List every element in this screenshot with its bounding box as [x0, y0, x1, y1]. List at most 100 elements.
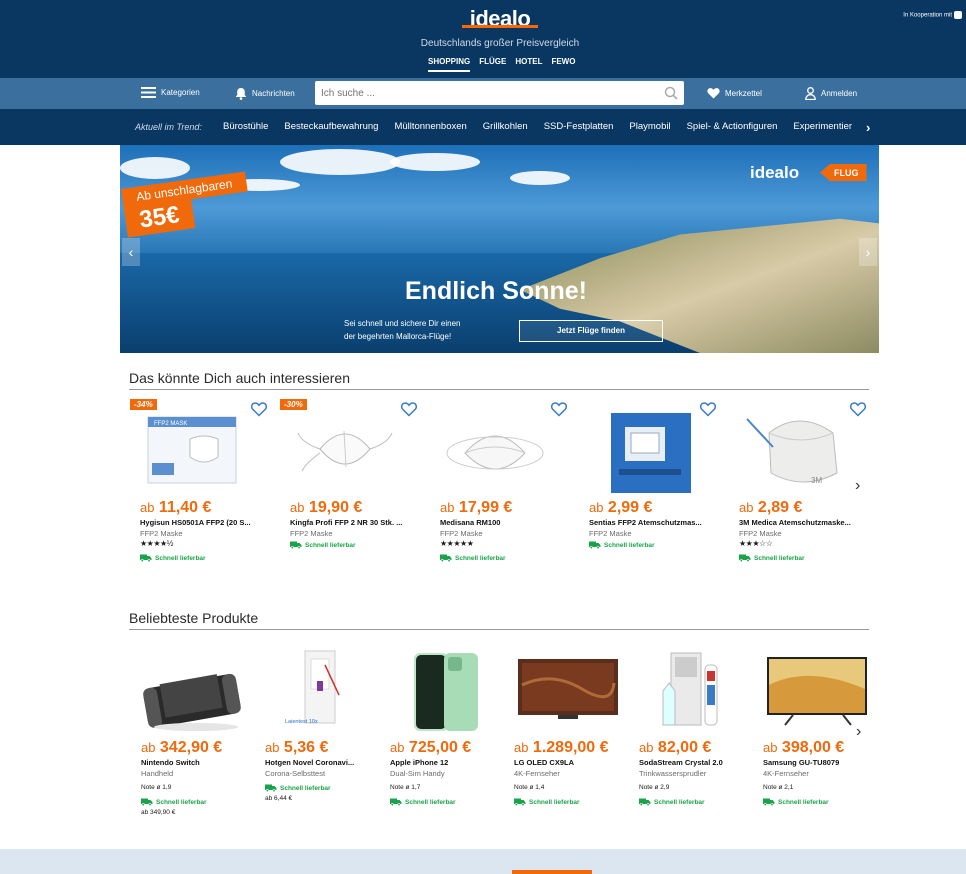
product-name[interactable]: Apple iPhone 12	[390, 758, 448, 767]
product-name[interactable]: Nintendo Switch	[141, 758, 200, 767]
svg-text:3M: 3M	[811, 476, 822, 485]
product-name[interactable]: SodaStream Crystal 2.0	[639, 758, 723, 767]
product-card[interactable]: -30% ab 19,90 € Kingfa Profi FFP 2 NR 30 S…	[280, 399, 422, 573]
discount-badge: -34%	[130, 399, 157, 410]
product-card[interactable]: ab 398,00 € Samsung GU-TU8079 4K-Fernseher…	[763, 643, 895, 823]
product-name[interactable]: Kingfa Profi FFP 2 NR 30 Stk. ...	[290, 518, 402, 527]
price-prefix: ab	[739, 500, 754, 515]
truck-icon	[140, 554, 152, 562]
rating-stars: ★★★★★	[440, 539, 474, 548]
section-divider	[129, 629, 869, 630]
trend-item[interactable]: Experimentier	[793, 121, 852, 132]
product-name[interactable]: Sentias FFP2 Atemschutzmas...	[589, 518, 702, 527]
trend-item[interactable]: Mülltonnenboxen	[394, 121, 466, 132]
wishlist-heart-icon[interactable]	[849, 400, 867, 418]
flug-tag: FLUG	[820, 164, 867, 181]
product-card[interactable]: Laientest 10x ab 5,36 € Hotgen Novel Coron…	[265, 643, 397, 823]
price-value: 342,90 €	[159, 739, 223, 756]
tab-fluege[interactable]: FLÜGE	[479, 57, 506, 72]
trend-item[interactable]: Besteckaufbewahrung	[284, 121, 378, 132]
wishlist-label: Merkzettel	[725, 88, 762, 98]
product-price: ab 82,00 €	[639, 739, 711, 757]
idealo-flug-logo: idealo	[750, 163, 800, 182]
search-icon[interactable]	[664, 86, 678, 100]
footer-band	[0, 849, 966, 874]
site-header: idealo Deutschlands großer Preisvergleic…	[0, 0, 966, 78]
wishlist-button[interactable]: Merkzettel	[707, 87, 762, 99]
price-prefix: ab	[440, 500, 455, 515]
product-name[interactable]: LG OLED CX9LA	[514, 758, 574, 767]
price-value: 5,36 €	[283, 739, 329, 756]
shipping-info: Schnell lieferbar	[141, 798, 207, 806]
bell-icon	[235, 88, 247, 100]
banner-prev-icon[interactable]: ‹	[122, 238, 140, 266]
product-image	[446, 435, 544, 470]
tab-hotel[interactable]: HOTEL	[515, 57, 542, 72]
price-prefix: ab	[390, 740, 405, 755]
promo-banner[interactable]: Ab unschlagbaren 35€ idealo FLUG Endlich…	[120, 145, 879, 353]
login-button[interactable]: Anmelden	[805, 87, 857, 100]
messages-label: Nachrichten	[252, 89, 295, 98]
product-name[interactable]: Hotgen Novel Coronavi...	[265, 758, 354, 767]
product-card[interactable]: ab 2,99 € Sentias FFP2 Atemschutzmas... FF…	[589, 400, 721, 573]
truck-icon	[141, 798, 153, 806]
wishlist-heart-icon[interactable]	[699, 400, 717, 418]
wishlist-heart-icon[interactable]	[550, 400, 568, 418]
product-category: FFP2 Maske	[739, 529, 782, 538]
product-card[interactable]: ab 1.289,00 € LG OLED CX9LA 4K-Fernseher No…	[514, 643, 646, 823]
carousel-next-icon[interactable]: ›	[855, 477, 860, 495]
product-price: ab 17,99 €	[440, 499, 512, 517]
price-prefix: ab	[265, 740, 280, 755]
price-value: 2,99 €	[607, 499, 653, 516]
find-flights-button[interactable]: Jetzt Flüge finden	[519, 320, 663, 342]
price-prefix: ab	[639, 740, 654, 755]
shipping-info: Schnell lieferbar	[140, 554, 206, 562]
truck-icon	[265, 784, 277, 792]
carousel-next-icon[interactable]: ›	[856, 723, 861, 741]
product-card[interactable]: ab 342,90 € Nintendo Switch Handheld Note ø…	[141, 643, 273, 823]
product-name[interactable]: Medisana RM100	[440, 518, 500, 527]
product-name[interactable]: 3M Medica Atemschutzmaske...	[739, 518, 851, 527]
product-name[interactable]: Samsung GU-TU8079	[763, 758, 839, 767]
product-image-label: Laientest 10x	[285, 719, 318, 725]
chevron-right-icon[interactable]: ›	[866, 120, 870, 135]
tab-shopping[interactable]: SHOPPING	[428, 57, 471, 72]
price-value: 11,40 €	[158, 499, 212, 516]
trend-bar: Aktuell im Trend: Bürostühle Besteckaufb…	[0, 109, 966, 145]
trend-item[interactable]: Bürostühle	[223, 121, 268, 132]
product-image	[414, 653, 478, 731]
categories-menu[interactable]: Kategorien	[141, 87, 200, 98]
product-category: FFP2 Maske	[440, 529, 483, 538]
trend-item[interactable]: Spiel- & Actionfiguren	[687, 121, 778, 132]
trend-item[interactable]: Grillkohlen	[483, 121, 528, 132]
product-name[interactable]: Hygisun HS0501A FFP2 (20 S...	[140, 518, 251, 527]
shipping-label: Schnell lieferbar	[305, 541, 356, 549]
trend-item[interactable]: SSD-Festplatten	[544, 121, 614, 132]
wishlist-heart-icon[interactable]	[400, 400, 418, 418]
product-category: Trinkwassersprudler	[639, 769, 707, 778]
tab-fewo[interactable]: FEWO	[551, 57, 575, 72]
logo-underline	[462, 25, 538, 28]
product-card[interactable]: ab 17,99 € Medisana RM100 FFP2 Maske ★★★★★ S…	[440, 400, 572, 573]
product-card[interactable]: FFP2 MASK -34% ab 11,40 € Hygisun HS0501A F…	[130, 399, 272, 573]
product-category: FFP2 Maske	[140, 529, 183, 538]
product-card[interactable]: ab 725,00 € Apple iPhone 12 Dual-Sim Handy…	[390, 643, 522, 823]
wishlist-heart-icon[interactable]	[250, 400, 268, 418]
partner-logo	[954, 11, 962, 19]
price-prefix: ab	[290, 500, 305, 515]
search-input[interactable]	[315, 81, 645, 105]
banner-subtitle-line: Sei schnell und sichere Dir einen	[344, 319, 461, 328]
shipping-label: Schnell lieferbar	[155, 554, 206, 562]
product-image: FFP2 MASK	[147, 416, 237, 484]
offer-price: ab 6,44 €	[265, 795, 293, 802]
product-card[interactable]: 3M ab 2,89 €3M Medica Atemschutzmaske... F…	[739, 400, 871, 573]
trend-item[interactable]: Playmobil	[629, 121, 670, 132]
product-card[interactable]: ab 82,00 € SodaStream Crystal 2.0 Trinkwas…	[639, 643, 771, 823]
messages-button[interactable]: Nachrichten	[235, 87, 295, 100]
price-value: 17,99 €	[458, 499, 513, 516]
price-value: 398,00 €	[781, 739, 845, 756]
shipping-label: Schnell lieferbar	[604, 541, 655, 549]
login-label: Anmelden	[821, 89, 858, 98]
banner-next-icon[interactable]: ›	[859, 238, 877, 266]
cloud-image	[390, 153, 480, 171]
